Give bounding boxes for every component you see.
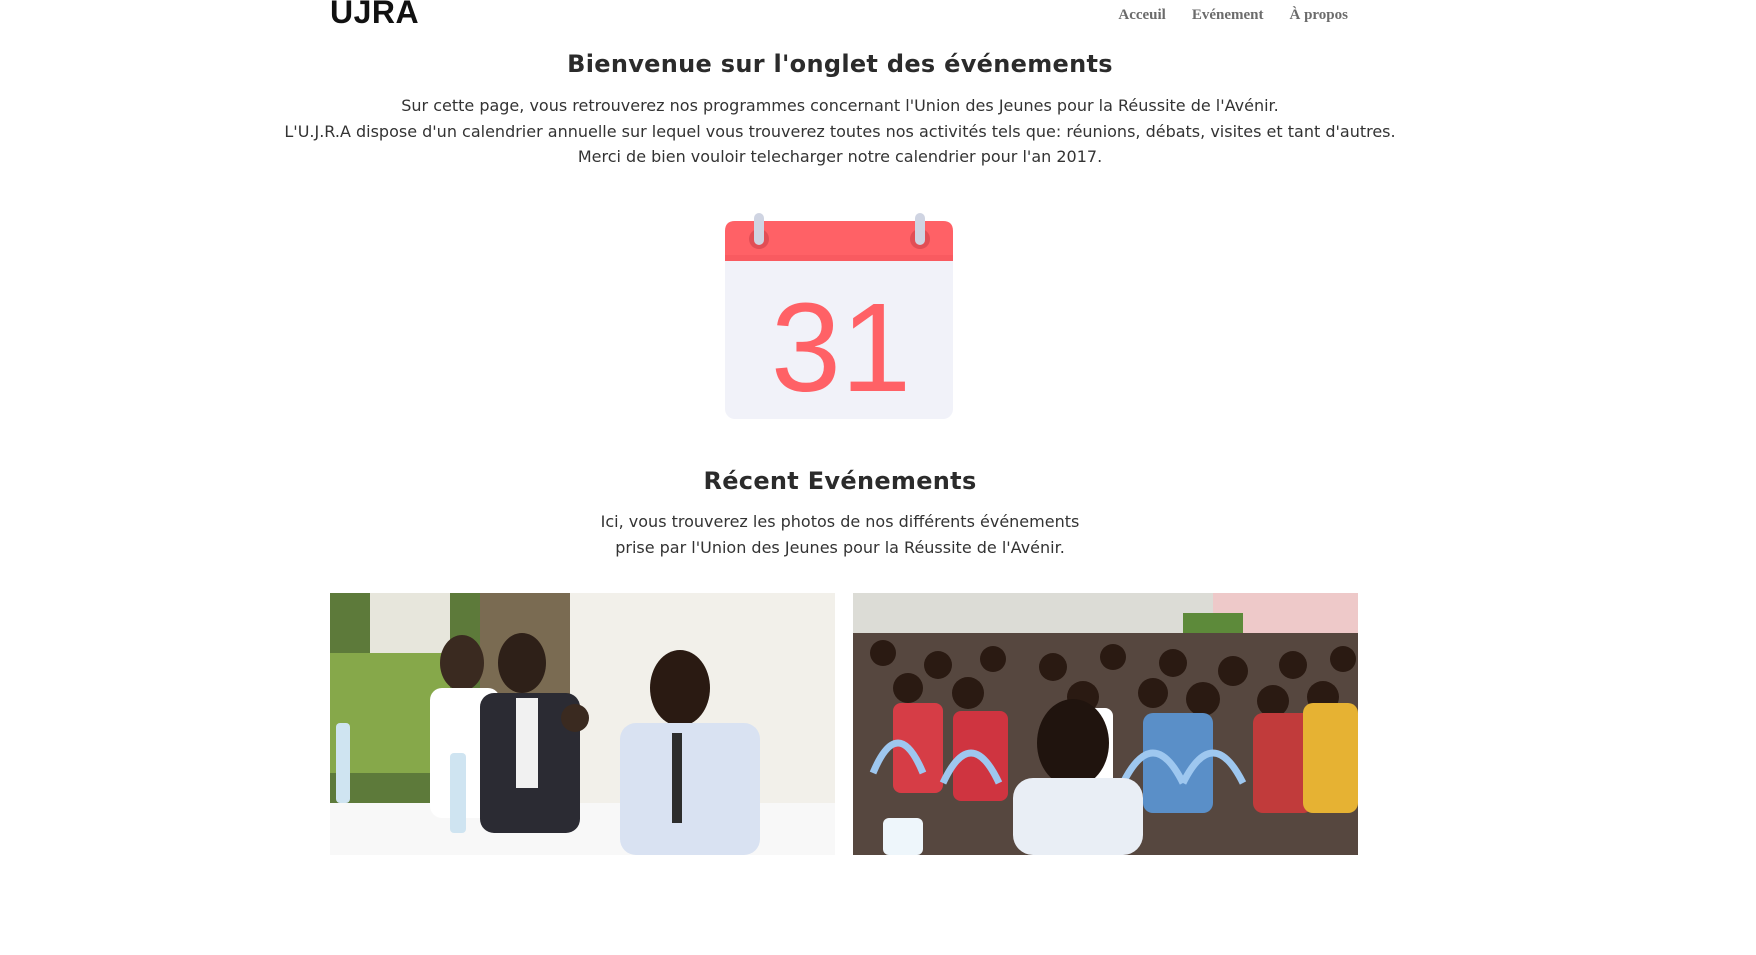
- intro-line: L'U.J.R.A dispose d'un calendrier annuel…: [284, 121, 1396, 141]
- main-nav: Acceuil Evénement À propos: [1118, 7, 1348, 24]
- calendar-day: 31: [771, 277, 911, 418]
- panel-discussion-photo[interactable]: [330, 593, 835, 855]
- recent-line: prise par l'Union des Jeunes pour la Réu…: [615, 538, 1065, 557]
- recent-events-title: Récent Evénements: [703, 467, 977, 495]
- recent-events-description: Ici, vous trouverez les photos de nos di…: [0, 509, 1680, 561]
- welcome-intro: Sur cette page, vous retrouverez nos pro…: [0, 93, 1680, 170]
- intro-line: Sur cette page, vous retrouverez nos pro…: [401, 96, 1279, 115]
- welcome-title: Bienvenue sur l'onglet des événements: [567, 50, 1113, 78]
- intro-line: Merci de bien vouloir telecharger notre …: [577, 147, 1103, 166]
- audience-photo[interactable]: [853, 593, 1358, 855]
- nav-link-evenement[interactable]: Evénement: [1192, 7, 1264, 24]
- calendar-icon[interactable]: 31: [723, 211, 955, 421]
- nav-link-a-propos[interactable]: À propos: [1290, 7, 1349, 24]
- nav-link-acceuil[interactable]: Acceuil: [1118, 7, 1165, 24]
- site-logo[interactable]: UJRA: [330, 0, 419, 31]
- recent-line: Ici, vous trouverez les photos de nos di…: [600, 512, 1080, 531]
